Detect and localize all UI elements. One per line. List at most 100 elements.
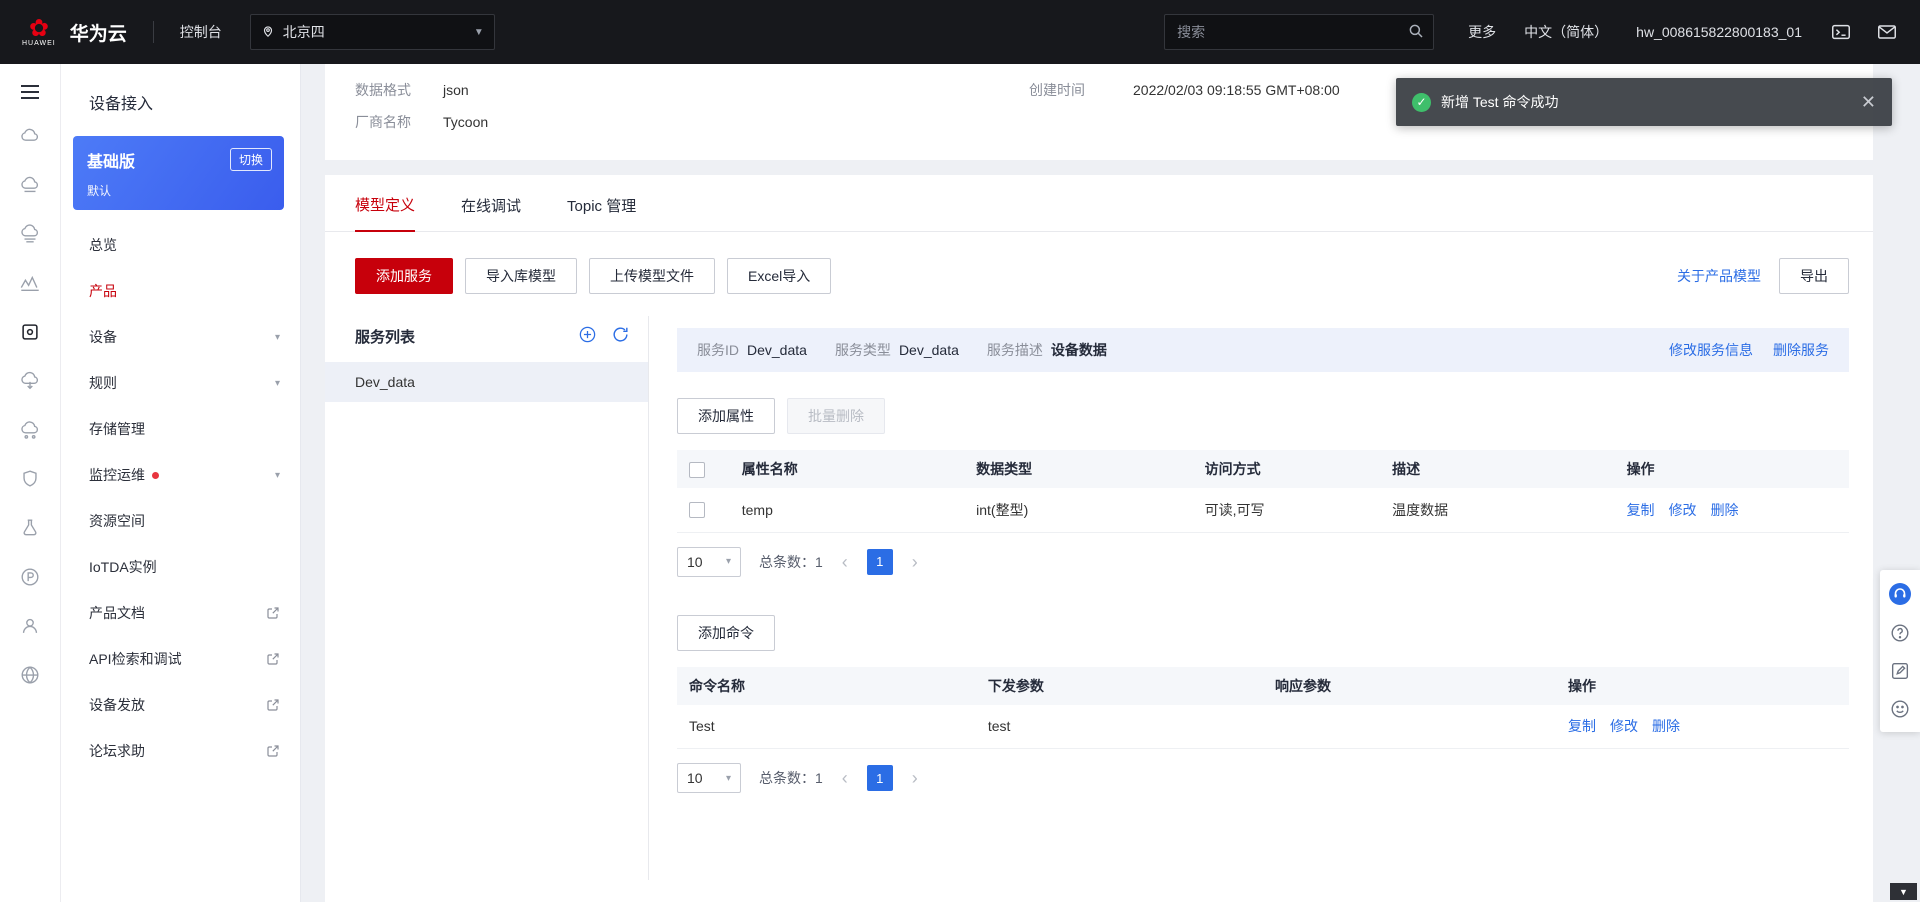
add-service-icon[interactable] <box>578 325 597 347</box>
feedback-icon[interactable] <box>1889 660 1911 682</box>
edit-property-link[interactable]: 修改 <box>1669 500 1697 520</box>
service-list-title: 服务列表 <box>355 328 416 346</box>
hamburger-menu-icon[interactable] <box>20 84 40 103</box>
menu-label: 产品文档 <box>89 605 145 621</box>
edit-command-link[interactable]: 修改 <box>1610 716 1638 736</box>
service-desc-value: 设备数据 <box>1050 342 1107 358</box>
external-link-icon <box>266 744 280 758</box>
refresh-icon[interactable] <box>611 325 630 347</box>
cloud-node-icon[interactable] <box>19 419 41 441</box>
delete-service-link[interactable]: 删除服务 <box>1773 340 1829 360</box>
scroll-down-button[interactable]: ▼ <box>1890 883 1917 900</box>
service-id-label: 服务ID <box>697 342 739 358</box>
search-icon[interactable] <box>1407 22 1425 43</box>
cloud-down-icon[interactable] <box>19 370 41 392</box>
people-icon[interactable] <box>19 615 41 637</box>
about-product-model-link[interactable]: 关于产品模型 <box>1677 266 1761 286</box>
search-input[interactable] <box>1164 14 1435 50</box>
col-data-type: 数据类型 <box>964 450 1193 488</box>
import-library-model-button[interactable]: 导入库模型 <box>465 258 577 294</box>
tab-model-definition[interactable]: 模型定义 <box>355 194 416 232</box>
console-link[interactable]: 控制台 <box>180 22 222 42</box>
cloud-stack-icon[interactable] <box>19 223 41 245</box>
page-number-current[interactable]: 1 <box>866 765 893 791</box>
tab-topic-management[interactable]: Topic 管理 <box>567 195 636 231</box>
menu-label: 资源空间 <box>89 513 145 529</box>
cloud-server-icon[interactable] <box>19 125 41 147</box>
flask-icon[interactable] <box>19 517 41 539</box>
prev-page-icon[interactable]: ‹ <box>835 553 855 571</box>
switch-edition-button[interactable]: 切换 <box>229 148 272 171</box>
copy-command-link[interactable]: 复制 <box>1568 716 1596 736</box>
sidebar-item-resource-spaces[interactable]: 资源空间 <box>61 498 300 544</box>
sidebar-item-api-explorer[interactable]: API检索和调试 <box>61 636 300 682</box>
sidebar-item-products[interactable]: 产品 <box>61 268 300 314</box>
service-desc-label: 服务描述 <box>986 342 1043 358</box>
sidebar-item-storage[interactable]: 存储管理 <box>61 406 300 452</box>
globe-icon[interactable] <box>19 664 41 686</box>
sidebar-menu: 总览 产品 设备 ▾ 规则 ▾ 存储管理 监控运维 ▾ 资源空间 IoTDA实例… <box>61 222 300 774</box>
more-menu[interactable]: 更多 <box>1468 22 1496 42</box>
page-size-select[interactable]: 10 ▾ <box>677 763 741 793</box>
external-link-icon <box>266 652 280 666</box>
parking-circle-icon[interactable] <box>19 566 41 588</box>
row-checkbox[interactable] <box>689 502 705 519</box>
sidebar-item-overview[interactable]: 总览 <box>61 222 300 268</box>
next-page-icon[interactable]: › <box>905 769 925 787</box>
created-time-label: 创建时间 <box>1029 82 1085 98</box>
select-all-checkbox[interactable] <box>689 461 705 478</box>
topbar-divider <box>152 21 154 43</box>
upload-model-file-button[interactable]: 上传模型文件 <box>589 258 715 294</box>
add-command-button[interactable]: 添加命令 <box>677 614 775 651</box>
copy-property-link[interactable]: 复制 <box>1627 500 1655 520</box>
col-downlink-params: 下发参数 <box>975 666 1263 705</box>
satisfaction-smiley-icon[interactable] <box>1889 698 1911 720</box>
cloud-shell-icon[interactable] <box>1830 21 1852 43</box>
sidebar-item-iotda-instances[interactable]: IoTDA实例 <box>61 544 300 590</box>
property-access-cell: 可读,可写 <box>1192 488 1381 533</box>
chevron-down-icon: ▾ <box>274 377 280 389</box>
service-icon-rail <box>0 64 61 902</box>
model-card: 模型定义 在线调试 Topic 管理 添加服务 导入库模型 上传模型文件 Exc… <box>325 175 1873 902</box>
edition-card[interactable]: 基础版 切换 默认 <box>73 136 284 210</box>
support-agent-icon[interactable] <box>1888 582 1912 606</box>
edition-instance: 默认 <box>87 184 112 198</box>
export-button[interactable]: 导出 <box>1779 258 1849 294</box>
col-response-params: 响应参数 <box>1262 666 1556 705</box>
add-property-button[interactable]: 添加属性 <box>677 398 775 434</box>
delete-property-link[interactable]: 删除 <box>1711 500 1739 520</box>
help-icon[interactable] <box>1889 622 1911 644</box>
excel-import-button[interactable]: Excel导入 <box>727 258 832 294</box>
prev-page-icon[interactable]: ‹ <box>835 769 855 787</box>
region-label: 北京四 <box>282 24 325 40</box>
add-service-button[interactable]: 添加服务 <box>355 258 453 294</box>
sidebar-item-forum-help[interactable]: 论坛求助 <box>61 728 300 774</box>
page-size-select[interactable]: 10 ▾ <box>677 546 741 577</box>
account-name[interactable]: hw_008615822800183_01 <box>1636 24 1802 40</box>
iot-device-box-icon[interactable] <box>19 321 41 343</box>
page-number-current[interactable]: 1 <box>866 548 893 575</box>
batch-delete-button[interactable]: 批量删除 <box>787 398 885 434</box>
delete-command-link[interactable]: 删除 <box>1652 716 1680 736</box>
close-icon[interactable]: ✕ <box>1861 93 1876 111</box>
tab-online-debug[interactable]: 在线调试 <box>461 195 521 231</box>
sidebar-item-device-provisioning[interactable]: 设备发放 <box>61 682 300 728</box>
huawei-logo[interactable]: ✿ HUAWEI <box>22 16 56 47</box>
cloud-icon[interactable] <box>19 174 41 196</box>
next-page-icon[interactable]: › <box>905 553 925 571</box>
service-list-item[interactable]: Dev_data <box>325 362 648 402</box>
shield-icon[interactable] <box>19 468 41 490</box>
region-selector[interactable]: 北京四 ▼ <box>249 14 495 50</box>
brand-title[interactable]: 华为云 <box>70 19 127 46</box>
sidebar-item-rules[interactable]: 规则 ▾ <box>61 360 300 406</box>
topbar: ✿ HUAWEI 华为云 控制台 北京四 ▼ 更多 中文（简体） hw_0086… <box>0 0 1920 64</box>
edit-service-link[interactable]: 修改服务信息 <box>1669 340 1753 360</box>
sidebar-item-monitoring[interactable]: 监控运维 ▾ <box>61 452 300 498</box>
alert-dot <box>152 471 159 479</box>
sidebar-item-product-docs[interactable]: 产品文档 <box>61 590 300 636</box>
menu-label: 监控运维 <box>89 467 145 483</box>
monitor-wave-icon[interactable] <box>19 272 41 294</box>
language-switcher[interactable]: 中文（简体） <box>1524 22 1608 42</box>
mail-icon[interactable] <box>1876 21 1898 43</box>
sidebar-item-devices[interactable]: 设备 ▾ <box>61 314 300 360</box>
